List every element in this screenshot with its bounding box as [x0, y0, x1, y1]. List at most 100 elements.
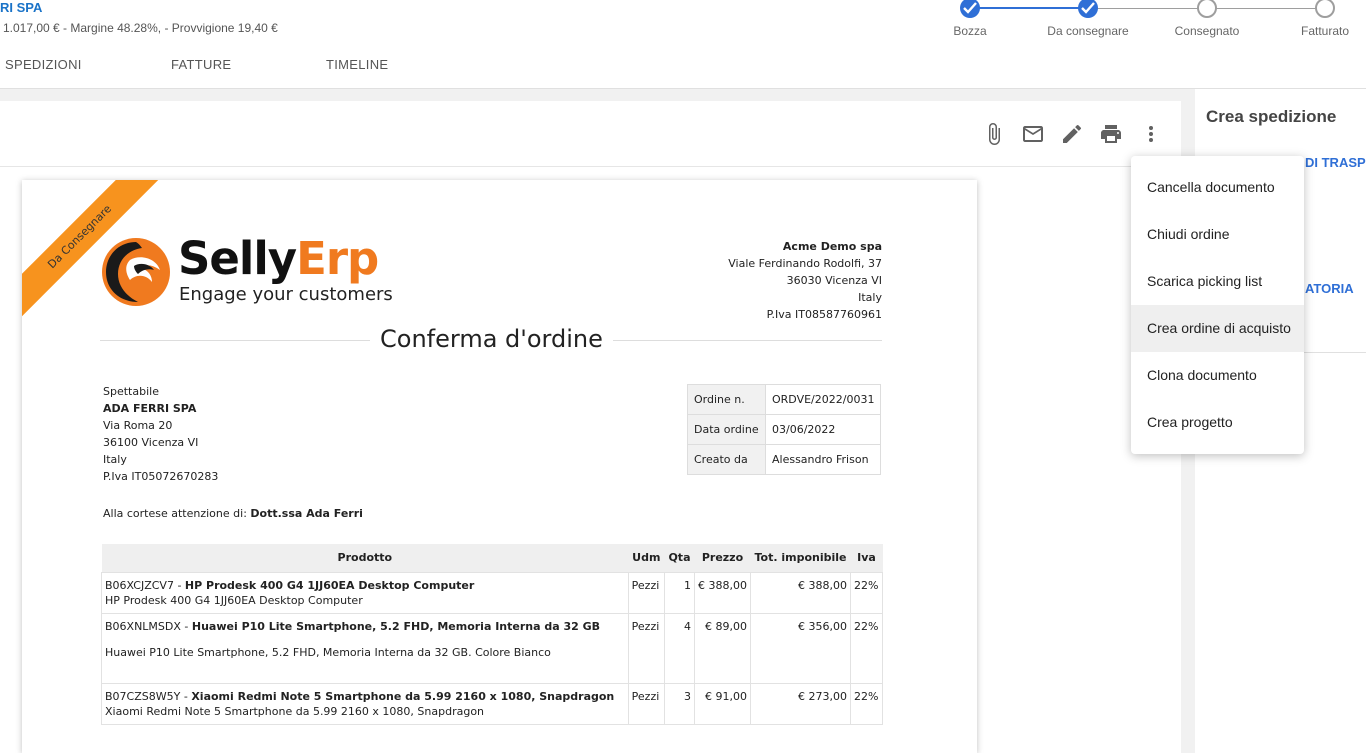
recipient-name: ADA FERRI SPA: [103, 402, 197, 415]
selly-erp-logo-icon: [100, 236, 172, 312]
customer-name[interactable]: RI SPA: [0, 0, 42, 15]
product-udm: Pezzi: [627, 571, 665, 614]
shipping-link-preparatoria[interactable]: ATORIA: [1305, 281, 1354, 296]
order-creator-value: Alessandro Frison: [764, 444, 882, 475]
step-connector-done: [970, 7, 1088, 9]
product-prezzo: € 89,00: [694, 612, 751, 684]
product-description: HP Prodesk 400 G4 1JJ60EA Desktop Comput…: [105, 593, 363, 607]
attachment-icon[interactable]: [982, 122, 1006, 146]
order-date-label: Data ordine: [687, 414, 766, 445]
product-code: B06XNLMSDX -: [105, 619, 192, 633]
attention-label: Alla cortese attenzione di:: [103, 507, 247, 520]
recipient-vat: P.Iva IT05072670283: [103, 470, 219, 483]
step-fatturato-circle-icon[interactable]: [1315, 0, 1335, 18]
product-name: Huawei P10 Lite Smartphone, 5.2 FHD, Mem…: [191, 619, 601, 633]
document-actions-menu: Cancella documento Chiudi ordine Scarica…: [1131, 156, 1304, 454]
table-row: B06XNLMSDX - Huawei P10 Lite Smartphone,…: [101, 612, 883, 684]
logo-tagline: Engage your customers: [179, 284, 393, 305]
product-qta: 3: [663, 682, 696, 725]
tab-fatture[interactable]: FATTURE: [171, 57, 231, 72]
document-title: Conferma d'ordine: [370, 325, 613, 353]
product-cell: B06XNLMSDX - Huawei P10 Lite Smartphone,…: [101, 612, 629, 684]
logo-word-erp: Erp: [296, 232, 379, 285]
product-iva: 22%: [850, 682, 883, 725]
col-header-prodotto: Prodotto: [101, 544, 629, 572]
product-name: HP Prodesk 400 G4 1JJ60EA Desktop Comput…: [184, 578, 475, 592]
menu-item-chiudi-ordine[interactable]: Chiudi ordine: [1131, 211, 1304, 258]
product-tot: € 388,00: [749, 571, 852, 614]
product-udm: Pezzi: [627, 682, 665, 725]
products-table: Prodotto Udm Qta Prezzo Tot. imponibile …: [101, 544, 883, 725]
col-header-qta: Qta: [664, 544, 695, 572]
tab-timeline[interactable]: TIMELINE: [326, 57, 388, 72]
order-number-label: Ordine n.: [687, 384, 766, 415]
product-iva: 22%: [850, 612, 883, 684]
col-header-prezzo: Prezzo: [694, 544, 751, 572]
product-tot: € 273,00: [749, 682, 852, 725]
product-qta: 4: [663, 612, 696, 684]
recipient-address: Spettabile ADA FERRI SPA Via Roma 20 361…: [103, 383, 218, 485]
company-name: Acme Demo spa: [782, 240, 882, 253]
step-label-da-consegnare: Da consegnare: [1047, 24, 1129, 38]
table-row: B06XCJZCV7 - HP Prodesk 400 G4 1JJ60EA D…: [101, 571, 883, 614]
document-preview: Da Consegnare SellyErp Engage your custo…: [22, 180, 977, 753]
menu-item-cancella-documento[interactable]: Cancella documento: [1131, 164, 1304, 211]
menu-item-scarica-picking-list[interactable]: Scarica picking list: [1131, 258, 1304, 305]
document-toolbar: [0, 101, 1181, 167]
product-prezzo: € 91,00: [694, 682, 751, 725]
more-vert-icon[interactable]: [1139, 122, 1163, 146]
company-vat: P.Iva IT08587760961: [766, 308, 882, 321]
shipping-link-ddt[interactable]: DI TRASP: [1305, 155, 1366, 170]
col-header-tot-imponibile: Tot. imponibile: [750, 544, 851, 572]
product-description: Xiaomi Redmi Note 5 Smartphone da 5.99 2…: [105, 704, 485, 718]
order-header: RI SPA 1.017,00 € - Margine 48.28%, - Pr…: [0, 0, 1366, 89]
product-code: B06XCJZCV7 -: [105, 578, 185, 592]
product-code: B07CZS8W5Y -: [105, 689, 192, 703]
print-icon[interactable]: [1099, 122, 1123, 146]
recipient-city: 36100 Vicenza VI: [103, 436, 199, 449]
recipient-country: Italy: [103, 453, 127, 466]
order-creator-label: Creato da: [687, 444, 766, 475]
company-street: Viale Ferdinando Rodolfi, 37: [728, 257, 882, 270]
product-cell: B06XCJZCV7 - HP Prodesk 400 G4 1JJ60EA D…: [101, 571, 629, 614]
order-date-value: 03/06/2022: [764, 414, 882, 445]
product-qta: 1: [663, 571, 696, 614]
menu-item-crea-ordine-acquisto[interactable]: Crea ordine di acquisto: [1131, 305, 1304, 352]
attention-line: Alla cortese attenzione di: Dott.ssa Ada…: [103, 507, 363, 520]
menu-item-clona-documento[interactable]: Clona documento: [1131, 352, 1304, 399]
step-label-bozza: Bozza: [953, 24, 987, 38]
col-header-iva: Iva: [850, 544, 883, 572]
step-label-consegnato: Consegnato: [1174, 24, 1240, 38]
product-tot: € 356,00: [749, 612, 852, 684]
shipping-panel-title: Crea spedizione: [1206, 107, 1337, 126]
order-number-value: ORDVE/2022/0031: [764, 384, 882, 415]
step-label-fatturato: Fatturato: [1300, 24, 1350, 38]
product-name: Xiaomi Redmi Note 5 Smartphone da 5.99 2…: [191, 689, 615, 703]
product-description: Huawei P10 Lite Smartphone, 5.2 FHD, Mem…: [105, 645, 551, 659]
col-header-udm: Udm: [628, 544, 665, 572]
products-header-row: Prodotto Udm Qta Prezzo Tot. imponibile …: [101, 544, 883, 572]
step-da-consegnare-check-icon[interactable]: [1078, 0, 1098, 18]
product-iva: 22%: [850, 571, 883, 614]
product-udm: Pezzi: [627, 612, 665, 684]
attention-name: Dott.ssa Ada Ferri: [250, 507, 363, 520]
order-info-table: Ordine n. ORDVE/2022/0031 Data ordine 03…: [687, 384, 882, 475]
mail-icon[interactable]: [1021, 122, 1045, 146]
company-address: Acme Demo spa Viale Ferdinando Rodolfi, …: [728, 238, 882, 323]
company-country: Italy: [858, 291, 882, 304]
order-summary: 1.017,00 € - Margine 48.28%, - Provvigio…: [3, 21, 278, 35]
step-bozza-check-icon[interactable]: [960, 0, 980, 18]
recipient-salutation: Spettabile: [103, 385, 159, 398]
tab-spedizioni[interactable]: SPEDIZIONI: [5, 57, 82, 72]
product-prezzo: € 388,00: [694, 571, 751, 614]
product-cell: B07CZS8W5Y - Xiaomi Redmi Note 5 Smartph…: [101, 682, 629, 725]
status-stepper: Bozza Da consegnare Consegnato Fatturato: [900, 0, 1366, 45]
company-city: 36030 Vicenza VI: [786, 274, 882, 287]
step-consegnato-circle-icon[interactable]: [1197, 0, 1217, 18]
logo-word-selly: Selly: [178, 232, 297, 285]
table-row: B07CZS8W5Y - Xiaomi Redmi Note 5 Smartph…: [101, 682, 883, 725]
logo-wordmark: SellyErp: [178, 232, 379, 285]
menu-item-crea-progetto[interactable]: Crea progetto: [1131, 399, 1304, 446]
recipient-street: Via Roma 20: [103, 419, 173, 432]
edit-icon[interactable]: [1060, 122, 1084, 146]
